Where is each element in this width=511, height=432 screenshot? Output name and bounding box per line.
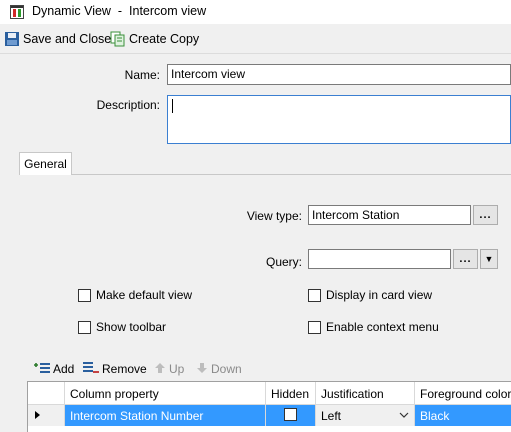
up-label: Up	[169, 362, 185, 376]
title-bar: Dynamic View - Intercom view	[0, 0, 511, 24]
save-icon	[4, 31, 20, 47]
show-toolbar-checkbox[interactable]	[78, 320, 91, 334]
move-down-button[interactable]: Down	[195, 361, 242, 377]
show-toolbar-label: Show toolbar	[96, 320, 167, 334]
justification-combo[interactable]: Left	[316, 405, 415, 426]
hidden-cell[interactable]	[266, 405, 316, 426]
row-header-column	[28, 382, 65, 405]
row-selector[interactable]	[28, 405, 65, 426]
table-row[interactable]: Intercom Station Number Left Black	[28, 405, 511, 426]
move-up-button[interactable]: Up	[153, 361, 184, 377]
grid-header: Column property Hidden Justification For…	[28, 382, 511, 405]
column-property-cell[interactable]: Intercom Station Number	[65, 405, 266, 426]
description-label: Description:	[96, 98, 160, 112]
copy-icon	[110, 31, 126, 47]
enable-context-menu-checkbox[interactable]	[308, 320, 321, 334]
text-caret	[172, 99, 173, 113]
enable-context-menu-option[interactable]: Enable context menu	[308, 320, 439, 334]
column-header-column-property[interactable]: Column property	[65, 382, 266, 405]
add-column-button[interactable]: Add	[33, 361, 74, 377]
add-row-icon	[33, 361, 51, 378]
display-in-card-view-label: Display in card view	[326, 288, 433, 302]
query-field[interactable]	[308, 249, 451, 269]
display-in-card-view-option[interactable]: Display in card view	[308, 288, 432, 302]
description-field[interactable]	[167, 95, 511, 144]
display-in-card-view-checkbox[interactable]	[308, 288, 321, 302]
query-label: Query:	[265, 255, 302, 269]
remove-row-icon	[82, 361, 100, 378]
add-label: Add	[53, 362, 75, 376]
create-copy-label: Create Copy	[129, 32, 200, 46]
make-default-view-checkbox[interactable]	[78, 288, 91, 302]
save-and-close-button[interactable]: Save and Close	[4, 30, 111, 48]
query-dropdown-button[interactable]: ▼	[480, 249, 498, 269]
show-toolbar-option[interactable]: Show toolbar	[78, 320, 166, 334]
justification-value: Left	[321, 409, 342, 423]
column-grid-toolbar: Add Remove Up Down	[27, 358, 511, 380]
view-type-label: View type:	[246, 209, 302, 223]
save-and-close-label: Save and Close	[23, 32, 112, 46]
foreground-color-cell[interactable]: Black	[415, 405, 511, 426]
window-title: Dynamic View - Intercom view	[32, 4, 207, 18]
current-row-arrow-icon	[35, 411, 40, 419]
column-header-hidden[interactable]: Hidden	[266, 382, 316, 405]
up-arrow-icon	[153, 361, 167, 378]
chevron-down-icon: ▼	[484, 254, 494, 264]
main-toolbar: Save and Close Create Copy	[0, 24, 511, 54]
tab-strip: General	[0, 152, 511, 175]
column-header-foreground-color[interactable]: Foreground color	[415, 382, 511, 405]
remove-label: Remove	[102, 362, 147, 376]
dynamic-view-app-icon	[10, 5, 24, 19]
name-field[interactable]: Intercom view	[167, 64, 511, 85]
view-type-browse-button[interactable]: ...	[473, 205, 498, 225]
down-arrow-icon	[195, 361, 209, 378]
hidden-checkbox[interactable]	[284, 408, 297, 421]
create-copy-button[interactable]: Create Copy	[110, 30, 199, 48]
chevron-down-icon[interactable]	[397, 406, 411, 423]
name-label: Name:	[124, 68, 160, 82]
make-default-view-option[interactable]: Make default view	[78, 288, 192, 302]
remove-column-button[interactable]: Remove	[82, 361, 147, 377]
query-browse-button[interactable]: ...	[453, 249, 478, 269]
tab-general[interactable]: General	[19, 152, 72, 175]
column-header-justification[interactable]: Justification	[316, 382, 415, 405]
down-label: Down	[211, 362, 242, 376]
enable-context-menu-label: Enable context menu	[326, 320, 439, 334]
view-type-field[interactable]: Intercom Station	[308, 205, 471, 225]
make-default-view-label: Make default view	[96, 288, 193, 302]
column-grid: Column property Hidden Justification For…	[27, 381, 511, 432]
